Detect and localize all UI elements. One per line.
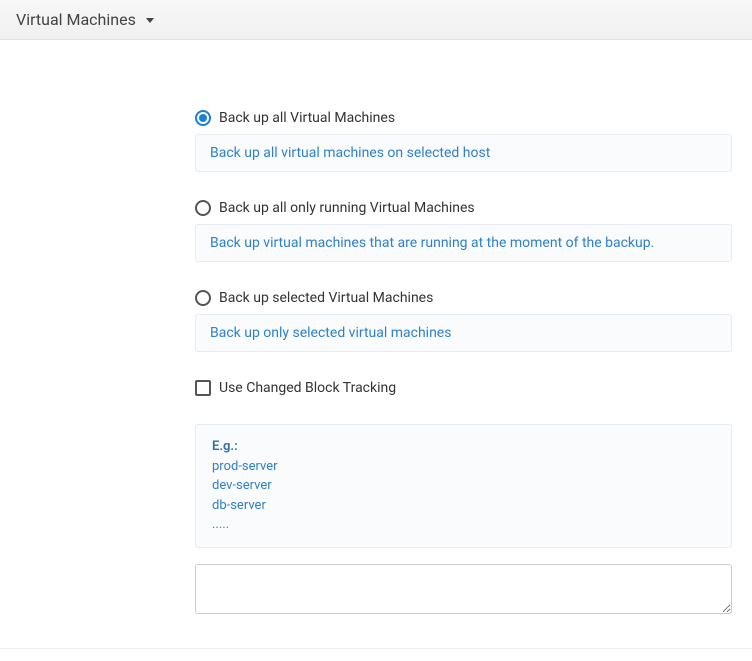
option-description: Back up all virtual machines on selected…: [195, 134, 732, 172]
example-line: db-server: [212, 496, 715, 516]
option-label[interactable]: Back up all only running Virtual Machine…: [219, 200, 475, 216]
content-area: Back up all Virtual Machines Back up all…: [0, 40, 752, 649]
example-line: prod-server: [212, 457, 715, 477]
radio-backup-all[interactable]: [195, 110, 211, 126]
header-title-text: Virtual Machines: [16, 10, 136, 29]
option-description: Back up virtual machines that are runnin…: [195, 224, 732, 262]
radio-backup-selected[interactable]: [195, 290, 211, 306]
option-backup-all: Back up all Virtual Machines Back up all…: [195, 110, 732, 172]
option-row: Back up all only running Virtual Machine…: [195, 200, 732, 216]
example-title: E.g.:: [212, 437, 715, 457]
example-box: E.g.: prod-server dev-server db-server .…: [195, 424, 732, 548]
option-description: Back up only selected virtual machines: [195, 314, 732, 352]
vm-list-input[interactable]: [195, 564, 732, 614]
checkbox-row-cbt: Use Changed Block Tracking: [195, 380, 732, 396]
example-line: dev-server: [212, 476, 715, 496]
option-backup-running: Back up all only running Virtual Machine…: [195, 200, 732, 262]
option-label[interactable]: Back up all Virtual Machines: [219, 110, 395, 126]
option-label[interactable]: Back up selected Virtual Machines: [219, 290, 433, 306]
header-title-dropdown[interactable]: Virtual Machines: [16, 10, 154, 29]
checkbox-label[interactable]: Use Changed Block Tracking: [219, 380, 396, 396]
caret-down-icon: [146, 18, 154, 23]
option-row: Back up selected Virtual Machines: [195, 290, 732, 306]
example-line: .....: [212, 515, 715, 535]
checkbox-cbt[interactable]: [195, 380, 211, 396]
option-backup-selected: Back up selected Virtual Machines Back u…: [195, 290, 732, 352]
header-bar: Virtual Machines: [0, 0, 752, 40]
option-row: Back up all Virtual Machines: [195, 110, 732, 126]
radio-backup-running[interactable]: [195, 200, 211, 216]
